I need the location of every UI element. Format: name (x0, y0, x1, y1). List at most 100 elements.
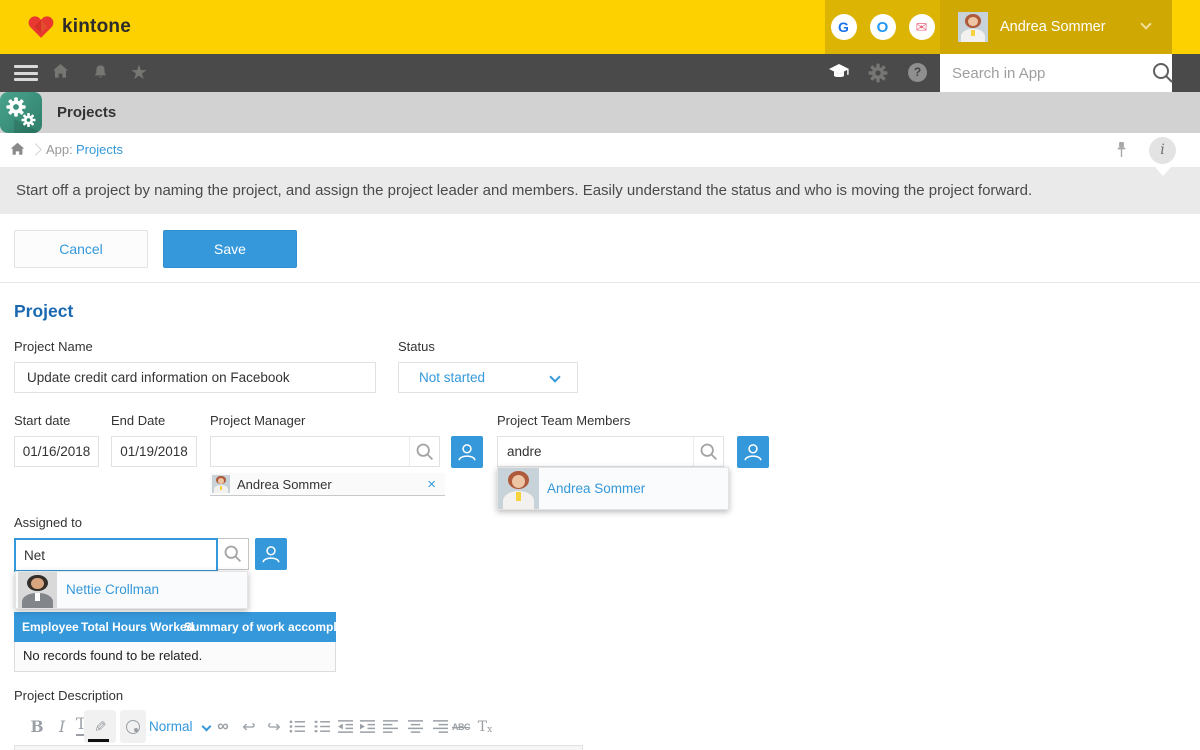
selected-user-name: Andrea Sommer (237, 473, 332, 496)
record-actions: Cancel Save (0, 214, 1200, 283)
app-description-text: Start off a project by naming the projec… (16, 167, 1032, 214)
project-description-editor[interactable] (14, 745, 583, 750)
strikethrough-icon[interactable]: ABC (452, 710, 470, 743)
team-members-picker (497, 436, 724, 467)
info-tooltip-tail (1155, 167, 1171, 176)
help-icon[interactable]: ? (908, 63, 927, 82)
user-name: Andrea Sommer (1000, 19, 1106, 35)
selected-project-manager: Andrea Sommer × (210, 473, 445, 496)
connected-services: G O ✉ (825, 0, 940, 54)
bullet-list-icon[interactable] (288, 710, 306, 743)
hamburger-menu-icon[interactable] (14, 65, 38, 81)
status-dropdown[interactable]: Not started (398, 362, 578, 393)
avatar (498, 468, 539, 509)
column-header: Summary of work accomplished (184, 612, 368, 642)
info-icon[interactable]: i (1149, 137, 1176, 164)
project-description-label: Project Description (14, 688, 123, 703)
record-form: Project Project Name Status Not started … (0, 283, 1200, 750)
undo-icon[interactable]: ↩ (240, 710, 258, 743)
align-left-icon[interactable] (381, 710, 399, 743)
outdent-icon[interactable] (336, 710, 354, 743)
breadcrumb-app-prefix: App: (46, 133, 73, 167)
start-date-input[interactable] (14, 436, 99, 467)
suggestion-user-name: Andrea Sommer (547, 468, 645, 509)
project-name-label: Project Name (14, 339, 93, 354)
pin-icon[interactable] (1115, 141, 1128, 164)
top-bar: kintone G O ✉ Andrea Sommer (0, 0, 1200, 54)
settings-gear-icon[interactable] (868, 63, 888, 88)
insert-link-icon[interactable]: ∞ (214, 710, 232, 743)
save-button[interactable]: Save (163, 230, 297, 268)
app-description-band: Start off a project by naming the projec… (0, 167, 1200, 214)
user-avatar (958, 12, 988, 42)
redo-icon[interactable]: ↪ (265, 710, 283, 743)
bold-icon[interactable]: B (28, 710, 46, 743)
project-name-input[interactable] (14, 362, 376, 393)
circle-service-icon[interactable]: O (870, 14, 896, 40)
home-icon[interactable] (52, 63, 69, 84)
page-title: Projects (57, 92, 116, 133)
kintone-logo[interactable]: kintone (28, 0, 131, 54)
avatar (18, 572, 57, 608)
related-records-header: Employee Total Hours Worked Summary of w… (14, 612, 336, 642)
end-date-label: End Date (111, 413, 165, 428)
numbered-list-icon[interactable] (313, 710, 331, 743)
project-manager-user-select-button[interactable] (451, 436, 483, 468)
empty-message: No records found to be related. (23, 642, 202, 670)
align-right-icon[interactable] (431, 710, 449, 743)
getting-started-cap-icon[interactable] (828, 62, 850, 87)
search-icon[interactable] (693, 437, 723, 466)
clear-format-icon[interactable]: Tx (476, 710, 494, 743)
avatar (212, 475, 230, 493)
assigned-to-picker (14, 538, 249, 570)
favorites-star-icon[interactable]: ★ (130, 60, 148, 85)
app-gears-icon (0, 92, 42, 133)
status-label: Status (398, 339, 435, 354)
column-header: Total Hours Worked (81, 612, 194, 642)
user-menu[interactable]: Andrea Sommer (940, 0, 1172, 54)
search-input[interactable] (940, 65, 1151, 82)
team-members-suggestion-item[interactable]: Andrea Sommer (497, 467, 729, 510)
team-members-user-select-button[interactable] (737, 436, 769, 468)
project-manager-input[interactable] (211, 437, 409, 466)
mail-icon[interactable]: ✉ (909, 14, 935, 40)
page: kintone G O ✉ Andrea Sommer ★ (0, 0, 1200, 750)
app-title-bar: Projects (0, 92, 1200, 133)
align-center-icon[interactable] (406, 710, 424, 743)
google-icon[interactable]: G (831, 14, 857, 40)
format-dropdown[interactable]: Normal (149, 710, 210, 743)
current-color-bar (88, 739, 109, 742)
suggestion-user-name: Nettie Crollman (66, 572, 159, 608)
search-icon[interactable] (217, 539, 248, 569)
assigned-to-user-select-button[interactable] (255, 538, 287, 570)
start-date-label: Start date (14, 413, 70, 428)
breadcrumb-separator-icon (29, 143, 42, 156)
breadcrumb: App: Projects i (0, 133, 1200, 167)
status-value: Not started (419, 363, 485, 392)
format-value: Normal (149, 719, 193, 734)
remove-user-icon[interactable]: × (427, 473, 436, 496)
search-icon[interactable] (409, 437, 439, 466)
section-title: Project (14, 301, 73, 322)
end-date-input[interactable] (111, 436, 197, 467)
column-header: Employee (22, 612, 79, 642)
assigned-to-label: Assigned to (14, 515, 82, 530)
search-icon[interactable] (1151, 61, 1175, 85)
richtext-toolbar: B I T ✎ Normal ∞ ↩ ↪ (14, 710, 614, 743)
global-nav-bar: ★ (0, 54, 1200, 92)
breadcrumb-app-link[interactable]: Projects (76, 133, 123, 167)
assigned-to-suggestion-item[interactable]: Nettie Crollman (15, 571, 248, 609)
italic-icon[interactable]: I (53, 710, 71, 743)
project-manager-label: Project Manager (210, 413, 305, 428)
chevron-down-icon (549, 371, 560, 382)
cancel-button[interactable]: Cancel (14, 230, 148, 268)
background-color-icon[interactable] (120, 710, 146, 743)
chevron-down-icon (201, 722, 211, 732)
notifications-bell-icon[interactable] (92, 63, 109, 86)
assigned-to-input[interactable] (14, 538, 218, 572)
indent-icon[interactable] (358, 710, 376, 743)
breadcrumb-home-icon[interactable] (10, 142, 25, 161)
team-members-input[interactable] (498, 437, 693, 466)
kintone-heart-icon (28, 15, 54, 39)
team-members-label: Project Team Members (497, 413, 630, 428)
